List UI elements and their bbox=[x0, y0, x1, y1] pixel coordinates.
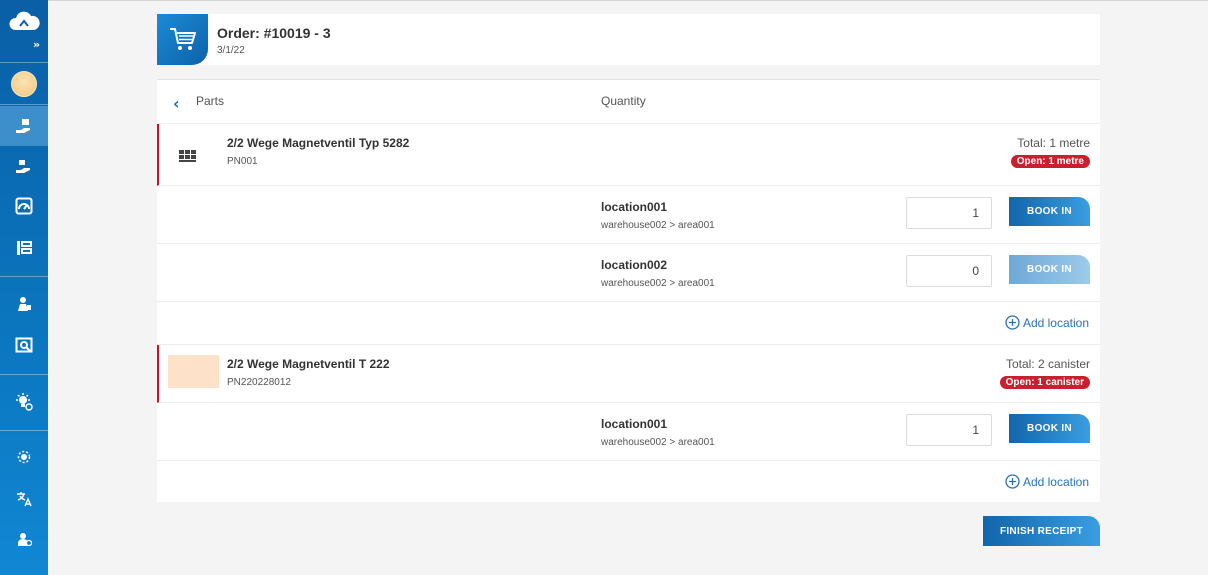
shopping-cart-icon bbox=[169, 27, 196, 50]
sidebar-item-users[interactable] bbox=[0, 284, 48, 324]
book-in-button[interactable]: BOOK IN bbox=[1009, 197, 1090, 226]
top-border bbox=[0, 0, 1208, 1]
add-location-row: Add location bbox=[157, 302, 1100, 345]
open-quantity-badge: Open: 1 canister bbox=[999, 376, 1090, 389]
sidebar-item-account[interactable] bbox=[0, 519, 48, 559]
add-location-link[interactable]: Add location bbox=[1005, 474, 1089, 489]
add-location-row: Add location bbox=[157, 461, 1100, 503]
sidebar-item-goods-receipt[interactable] bbox=[0, 106, 48, 146]
lightbulb-gear-icon bbox=[16, 393, 33, 411]
part-total: Total: 1 metre bbox=[1017, 136, 1090, 150]
part-number: PN001 bbox=[227, 156, 258, 167]
goods-receipt-icon bbox=[16, 119, 30, 133]
plus-circle-icon bbox=[1005, 315, 1020, 330]
sidebar-item-reports[interactable] bbox=[0, 326, 48, 366]
inventory-icon bbox=[17, 241, 32, 255]
part-name: 2/2 Wege Magnetventil Typ 5282 bbox=[227, 136, 410, 150]
column-quantity: Quantity bbox=[601, 94, 646, 108]
order-icon-tile bbox=[157, 14, 208, 65]
part-row: 2/2 Wege Magnetventil Typ 5282 PN001 Tot… bbox=[157, 124, 1100, 186]
part-row: 2/2 Wege Magnetventil T 222 PN220228012 … bbox=[157, 345, 1100, 403]
add-location-label: Add location bbox=[1022, 315, 1089, 330]
part-number: PN220228012 bbox=[227, 377, 291, 388]
quantity-input[interactable] bbox=[906, 414, 992, 446]
quantity-input[interactable] bbox=[906, 197, 992, 229]
finish-receipt-button[interactable]: FINISH RECEIPT bbox=[983, 516, 1100, 546]
sidebar-divider bbox=[0, 276, 48, 277]
user-info-icon bbox=[18, 533, 32, 547]
add-location-link[interactable]: Add location bbox=[1005, 315, 1089, 330]
pallet-icon bbox=[179, 150, 196, 162]
part-total: Total: 2 canister bbox=[1005, 357, 1090, 371]
sidebar: » bbox=[0, 0, 48, 575]
location-name: location001 bbox=[601, 200, 668, 214]
location-name: location001 bbox=[601, 417, 668, 431]
brightness-icon bbox=[17, 450, 31, 464]
add-location-label: Add location bbox=[1022, 474, 1089, 489]
dashboard-icon bbox=[15, 197, 33, 215]
sidebar-divider bbox=[0, 374, 48, 375]
book-in-button[interactable]: BOOK IN bbox=[1009, 414, 1090, 443]
sidebar-item-dashboard[interactable] bbox=[0, 186, 48, 226]
part-name: 2/2 Wege Magnetventil T 222 bbox=[227, 357, 390, 371]
avatar bbox=[11, 71, 37, 97]
translate-icon bbox=[17, 492, 32, 507]
sidebar-divider bbox=[0, 430, 48, 431]
sidebar-item-settings[interactable] bbox=[0, 382, 48, 422]
sidebar-divider bbox=[0, 104, 48, 105]
location-path: warehouse002 > area001 bbox=[601, 437, 715, 448]
plus-circle-icon bbox=[1005, 474, 1020, 489]
sidebar-item-profile[interactable] bbox=[0, 64, 48, 104]
sidebar-item-brightness[interactable] bbox=[0, 437, 48, 477]
sidebar-item-language[interactable] bbox=[0, 479, 48, 519]
app-logo[interactable]: » bbox=[0, 0, 48, 52]
sidebar-item-inventory[interactable] bbox=[0, 228, 48, 268]
order-header: Order: #10019 - 3 3/1/22 bbox=[157, 14, 1100, 65]
location-row: location001 warehouse002 > area001 BOOK … bbox=[157, 186, 1100, 244]
book-in-button[interactable]: BOOK IN bbox=[1009, 255, 1090, 284]
table-header: ‹ Parts Quantity bbox=[157, 80, 1100, 124]
location-name: location002 bbox=[601, 258, 668, 272]
sidebar-divider bbox=[0, 62, 48, 63]
location-row: location001 warehouse002 > area001 BOOK … bbox=[157, 403, 1100, 461]
quantity-input[interactable] bbox=[906, 255, 992, 287]
order-date: 3/1/22 bbox=[217, 45, 245, 56]
location-path: warehouse002 > area001 bbox=[601, 220, 715, 231]
cloud-logo-icon bbox=[9, 11, 40, 31]
part-thumbnail bbox=[168, 355, 219, 388]
users-icon bbox=[18, 297, 31, 311]
location-row: location002 warehouse002 > area001 BOOK … bbox=[157, 244, 1100, 302]
reports-icon bbox=[15, 337, 33, 353]
chevron-left-icon[interactable]: ‹ bbox=[173, 94, 180, 113]
expand-sidebar-button[interactable]: » bbox=[33, 38, 40, 51]
location-path: warehouse002 > area001 bbox=[601, 278, 715, 289]
sidebar-item-goods-issue[interactable] bbox=[0, 146, 48, 186]
receipt-table: ‹ Parts Quantity 2/2 Wege Magnetventil T… bbox=[157, 79, 1100, 502]
column-parts: Parts bbox=[196, 94, 225, 108]
order-title: Order: #10019 - 3 bbox=[217, 25, 331, 41]
goods-issue-icon bbox=[16, 160, 30, 173]
open-quantity-badge: Open: 1 metre bbox=[1010, 155, 1090, 168]
